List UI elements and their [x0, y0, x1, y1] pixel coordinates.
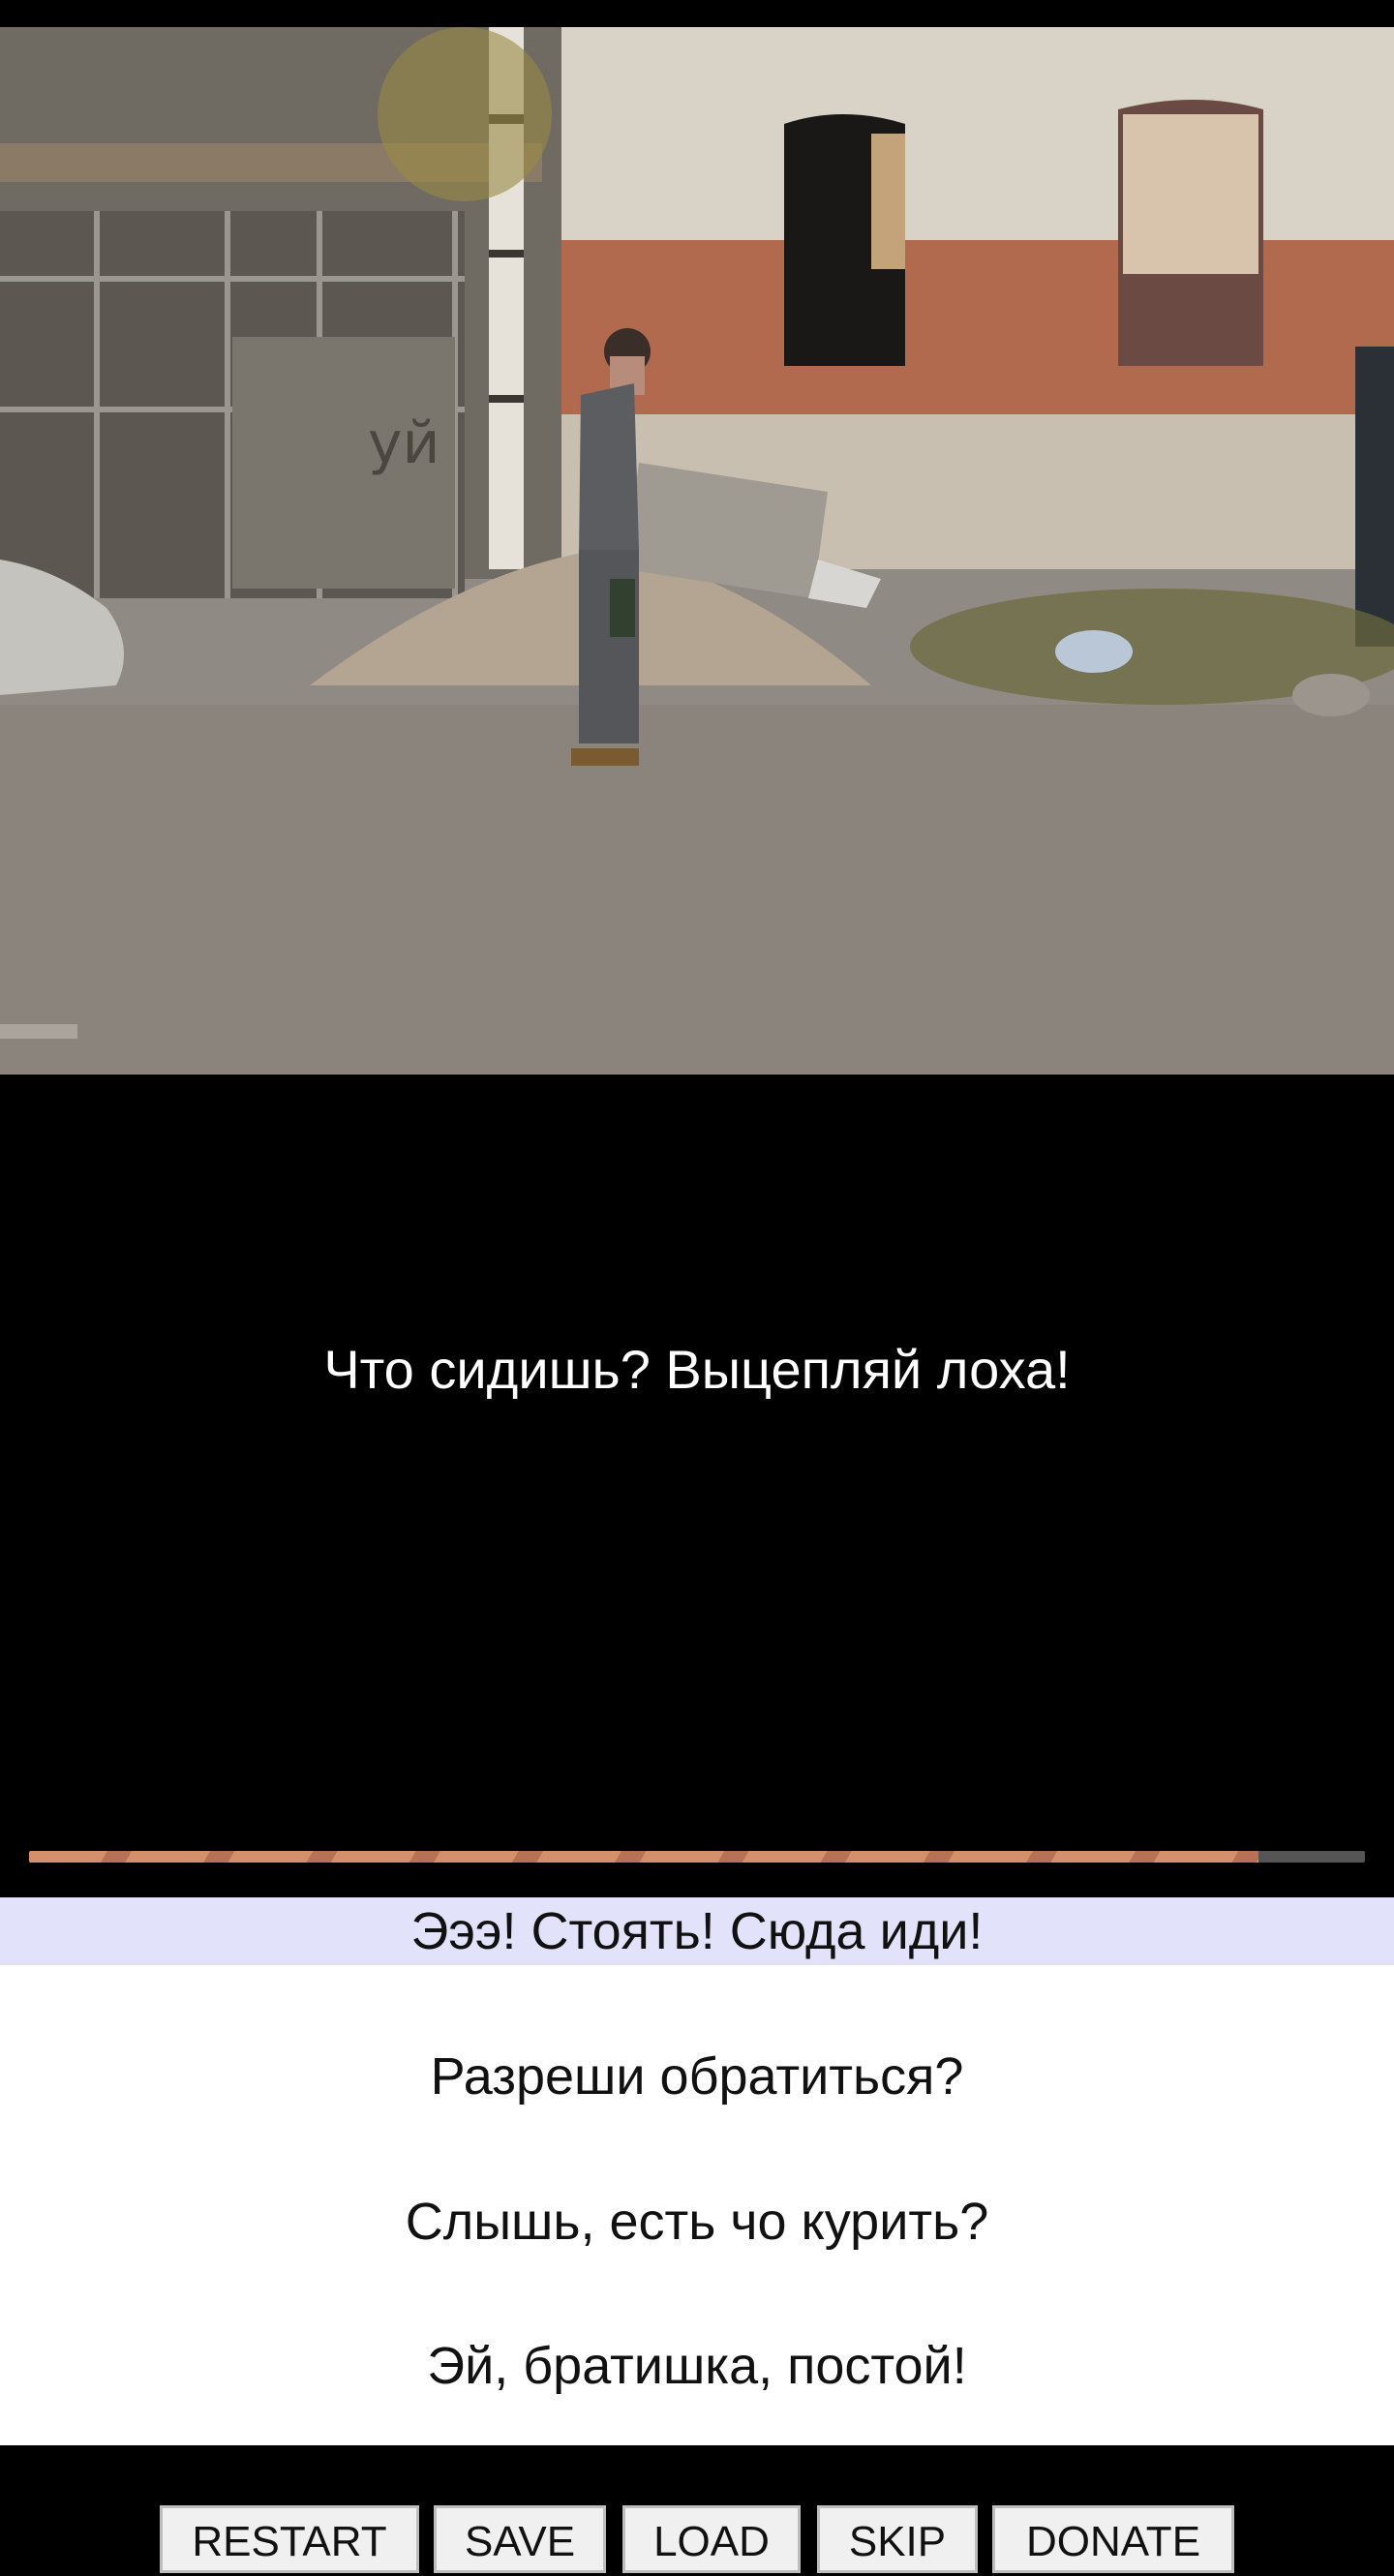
restart-button[interactable]: RESTART: [160, 2505, 419, 2573]
scene-image: уй: [0, 27, 1394, 1075]
choice-option-1[interactable]: Эээ! Стоять! Сюда иди!: [0, 1897, 1394, 1965]
game-screen: уй Что сидишь? Выцепляй лоха! Эээ! Стоят…: [0, 0, 1394, 2573]
donate-button[interactable]: DONATE: [992, 2505, 1234, 2573]
narration-text: Что сидишь? Выцепляй лоха!: [323, 1339, 1071, 1400]
graffiti-text: уй: [368, 409, 440, 477]
scene-illustration: уй: [0, 27, 1394, 1075]
timer-bar: [29, 1851, 1365, 1863]
load-button[interactable]: LOAD: [622, 2505, 801, 2573]
timer-fill: [29, 1851, 1258, 1863]
choice-option-2[interactable]: Разреши обратиться?: [0, 2043, 1394, 2110]
choice-list: Эээ! Стоять! Сюда иди! Разреши обратитьс…: [0, 1897, 1394, 2445]
choice-option-3[interactable]: Слышь, есть чо курить?: [0, 2188, 1394, 2256]
choice-option-4[interactable]: Эй, братишка, постой!: [0, 2332, 1394, 2400]
skip-button[interactable]: SKIP: [817, 2505, 978, 2573]
save-button[interactable]: SAVE: [434, 2505, 606, 2573]
